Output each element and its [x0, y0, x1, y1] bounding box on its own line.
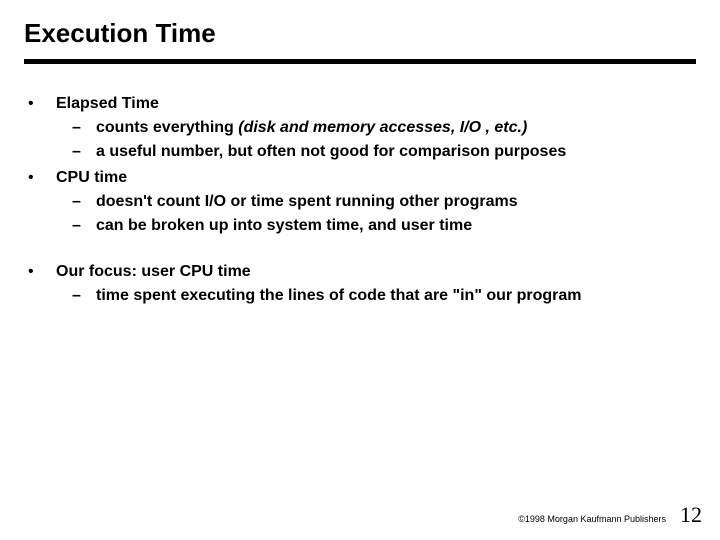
bullet-text: can be broken up into system time, and u…: [96, 214, 696, 238]
italic-span: (disk and memory accesses, I/O , etc.): [238, 119, 527, 136]
bullet-level2: – can be broken up into system time, and…: [72, 214, 696, 238]
bullet-group: • Our focus: user CPU time – time spent …: [24, 260, 696, 308]
bullet-text: a useful number, but often not good for …: [96, 140, 696, 164]
dash-icon: –: [72, 190, 96, 214]
bullet-dot-icon: •: [28, 260, 56, 284]
bullet-group: • CPU time – doesn't count I/O or time s…: [24, 166, 696, 238]
bullet-level1: • Our focus: user CPU time: [28, 260, 696, 284]
bullet-text: Our focus: user CPU time: [56, 260, 696, 284]
bullet-level2: – time spent executing the lines of code…: [72, 284, 696, 308]
bullet-group: • Elapsed Time – counts everything (disk…: [24, 92, 696, 164]
bullet-level1: • CPU time: [28, 166, 696, 190]
bullet-dot-icon: •: [28, 92, 56, 116]
dash-icon: –: [72, 214, 96, 238]
bullet-text: doesn't count I/O or time spent running …: [96, 190, 696, 214]
footer: ©1998 Morgan Kaufmann Publishers 12: [518, 502, 702, 528]
bullet-text: counts everything (disk and memory acces…: [96, 116, 696, 140]
dash-icon: –: [72, 140, 96, 164]
bullet-level1: • Elapsed Time: [28, 92, 696, 116]
slide-body: • Elapsed Time – counts everything (disk…: [24, 92, 696, 308]
copyright-text: ©1998 Morgan Kaufmann Publishers: [518, 514, 666, 524]
bullet-level2: – doesn't count I/O or time spent runnin…: [72, 190, 696, 214]
slide: Execution Time • Elapsed Time – counts e…: [0, 0, 720, 540]
bullet-text: CPU time: [56, 166, 696, 190]
slide-title: Execution Time: [24, 18, 696, 49]
bullet-level2: – a useful number, but often not good fo…: [72, 140, 696, 164]
bullet-text: time spent executing the lines of code t…: [96, 284, 696, 308]
bullet-dot-icon: •: [28, 166, 56, 190]
dash-icon: –: [72, 284, 96, 308]
dash-icon: –: [72, 116, 96, 140]
bullet-level2: – counts everything (disk and memory acc…: [72, 116, 696, 140]
title-rule: [24, 59, 696, 64]
page-number: 12: [680, 502, 702, 528]
bullet-text: Elapsed Time: [56, 92, 696, 116]
